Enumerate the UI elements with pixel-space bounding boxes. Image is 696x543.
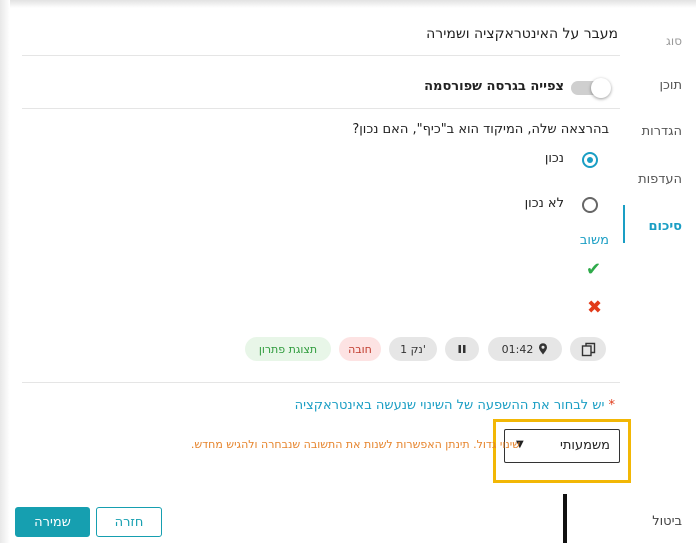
preview-published-toggle[interactable]	[571, 78, 611, 98]
save-button[interactable]: שמירה	[15, 507, 90, 537]
header-divider	[22, 55, 620, 56]
top-shadow	[0, 0, 696, 8]
copy-button[interactable]	[570, 337, 606, 361]
toggle-knob	[591, 78, 611, 98]
check-icon: ✔	[586, 259, 602, 280]
radio-false-label[interactable]: לא נכון	[525, 196, 564, 211]
required-star: *	[608, 398, 616, 413]
radio-true-label[interactable]: נכון	[545, 151, 564, 166]
page-title: מעבר על האינטראקציה ושמירה	[426, 26, 618, 42]
summary-divider	[22, 382, 620, 383]
back-button[interactable]: חזרה	[96, 507, 162, 537]
pause-icon	[458, 345, 466, 353]
sidebar-item-type[interactable]: סוג	[666, 34, 682, 48]
feedback-label: משוב	[579, 233, 609, 248]
x-icon: ✖	[587, 297, 603, 318]
sidebar-active-indicator	[623, 205, 625, 243]
change-impact-warning: שינוי גדול. תינתן האפשרות לשנות את התשוב…	[190, 438, 520, 451]
time-value: 01:42	[501, 342, 534, 356]
left-shadow	[0, 0, 10, 543]
required-chip: חובה	[339, 337, 381, 361]
points-chip: 1 נק'	[389, 337, 437, 361]
toggle-divider	[22, 108, 620, 109]
radio-true[interactable]	[582, 152, 598, 168]
preview-published-label: צפייה בגרסה שפורסמה	[424, 79, 564, 94]
sidebar-item-settings[interactable]: הגדרות	[642, 124, 682, 139]
sidebar-item-summary[interactable]: סיכום	[648, 219, 682, 234]
cancel-button[interactable]: ביטול	[652, 514, 682, 529]
sidebar-item-content[interactable]: תוכן	[659, 78, 682, 93]
change-impact-selected-value: משמעותי	[559, 438, 610, 453]
text-cursor-icon	[563, 494, 567, 543]
sidebar-item-preferences[interactable]: העדפות	[638, 172, 682, 187]
radio-false[interactable]	[582, 197, 598, 213]
change-impact-select[interactable]: משמעותי ▼	[504, 429, 620, 463]
pause-button[interactable]	[445, 337, 479, 361]
copy-icon	[581, 342, 595, 356]
time-chip: 01:42	[488, 337, 562, 361]
show-solution-chip[interactable]: תצוגת פתרון	[245, 337, 331, 361]
question-text: בהרצאה שלה, המיקוד הוא ב"כיף", האם נכון?	[352, 122, 609, 137]
change-impact-message: * יש לבחור את ההשפעה של השינוי שנעשה באי…	[295, 398, 615, 413]
location-pin-icon	[539, 343, 548, 355]
change-impact-text: יש לבחור את ההשפעה של השינוי שנעשה באינט…	[294, 398, 605, 413]
